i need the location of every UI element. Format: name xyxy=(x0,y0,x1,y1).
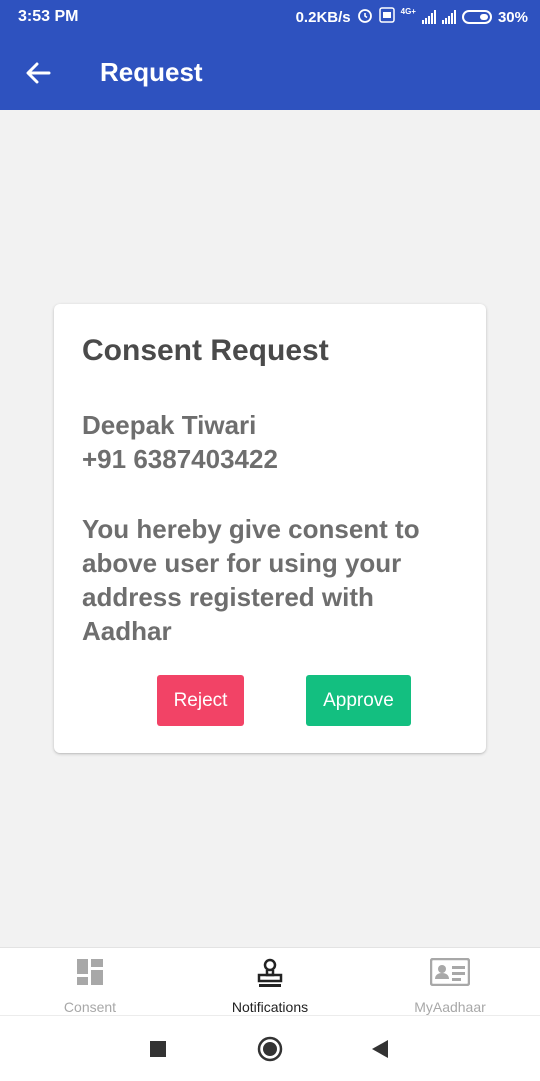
nav-item-consent[interactable]: Consent xyxy=(0,948,180,1016)
arrow-left-icon xyxy=(26,62,51,84)
back-nav-button[interactable] xyxy=(371,1039,389,1064)
reject-button[interactable]: Reject xyxy=(157,675,244,726)
square-icon xyxy=(150,1041,166,1057)
signal-icon-2 xyxy=(441,10,456,24)
recent-apps-button[interactable] xyxy=(149,1040,167,1063)
volte-icon xyxy=(378,7,395,27)
nav-item-notifications[interactable]: Notifications xyxy=(180,948,360,1016)
signal-icon xyxy=(421,10,436,24)
card-title: Consent Request xyxy=(82,334,329,367)
back-button[interactable] xyxy=(20,55,56,91)
bottom-navigation: Consent Notifications MyAadhaar xyxy=(0,947,540,1016)
battery-level: 30% xyxy=(497,8,528,26)
consent-message: You hereby give consent to above user fo… xyxy=(82,514,420,646)
dashboard-grid-icon xyxy=(76,958,104,991)
id-card-icon xyxy=(429,957,471,991)
stamp-icon xyxy=(256,958,284,993)
approve-button[interactable]: Approve xyxy=(306,675,411,726)
triangle-back-icon xyxy=(372,1040,388,1058)
circle-home-icon xyxy=(257,1036,283,1062)
nav-item-myaadhaar[interactable]: MyAadhaar xyxy=(360,948,540,1016)
home-button[interactable] xyxy=(257,1036,283,1067)
network-speed: 0.2KB/s xyxy=(295,8,351,26)
battery-icon xyxy=(461,10,492,24)
nav-label-myaadhaar: MyAadhaar xyxy=(414,999,486,1015)
status-bar-right: 0.2KB/s 4G+ 30% xyxy=(296,6,528,28)
app-header: 3:53 PM 0.2KB/s 4G+ 30% Request xyxy=(0,0,540,110)
nav-label-consent: Consent xyxy=(63,999,117,1015)
consent-card: Consent Request Deepak Tiwari +91 638740… xyxy=(54,304,486,753)
page-title: Request xyxy=(100,57,203,87)
nav-label-notifications: Notifications xyxy=(231,999,309,1015)
status-time: 3:53 PM xyxy=(18,8,79,25)
requester-phone: +91 6387403422 xyxy=(82,444,278,474)
system-nav-bar xyxy=(0,1015,540,1081)
alarm-icon xyxy=(357,7,373,27)
network-type: 4G+ xyxy=(400,6,416,16)
requester-name: Deepak Tiwari xyxy=(82,410,257,440)
